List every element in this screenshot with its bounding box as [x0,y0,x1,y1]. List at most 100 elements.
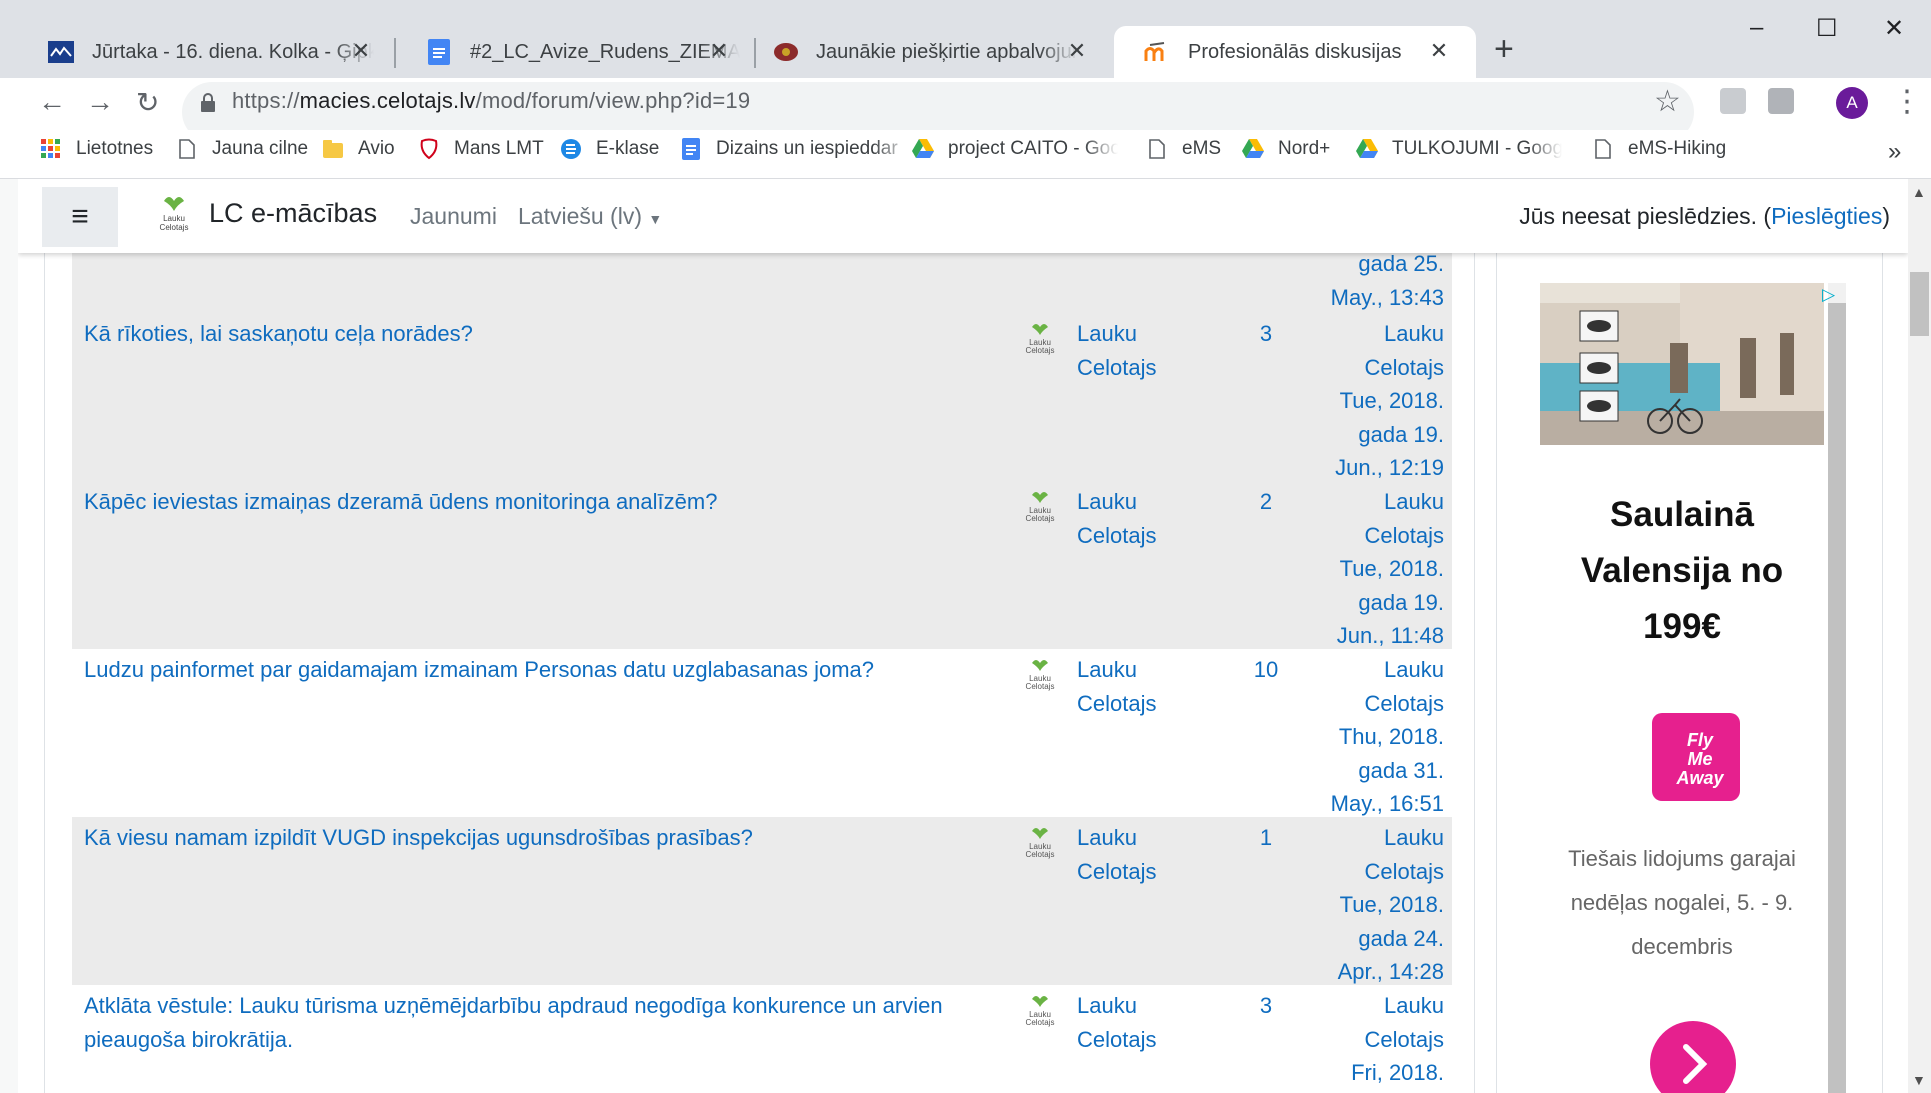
profile-avatar[interactable]: A [1836,87,1868,119]
bookmark-star-icon[interactable]: ☆ [1654,84,1681,119]
bookmark-ems-hiking[interactable]: eMS-Hiking [1592,138,1726,160]
author-avatar[interactable]: Lauku Celotajs [1022,487,1058,533]
discussion-topic-link[interactable]: Kā rīkoties, lai saskaņotu ceļa norādes? [84,317,1004,351]
site-logo[interactable]: Lauku Celotajs [156,191,192,237]
close-tab-icon[interactable]: ✕ [348,38,374,64]
scroll-down-arrow-icon[interactable]: ▼ [1912,1072,1926,1088]
ad-street-photo[interactable] [1540,283,1824,445]
replies-count-link[interactable]: 2 [1246,485,1286,519]
pdf-extension-icon[interactable] [1720,88,1746,114]
bookmark-project-caito[interactable]: project CAITO - Goog [912,138,1118,160]
bookmark-mans-lmt[interactable]: Mans LMT [418,138,544,160]
discussion-topic-link[interactable]: Kā viesu namam izpildīt VUGD inspekcijas… [84,821,1004,855]
scroll-up-arrow-icon[interactable]: ▲ [1912,184,1926,200]
folder-icon [322,138,344,160]
wave-logo-icon [48,39,74,65]
puzzle-extension-icon[interactable] [1768,88,1794,114]
bookmark-avio[interactable]: Avio [322,138,395,160]
language-selector[interactable]: Latviešu (lv) ▼ [518,203,662,230]
bookmark-dizains[interactable]: Dizains un iespieddar [680,138,912,160]
close-tab-icon[interactable]: ✕ [1064,38,1090,64]
ad-scrollbar-thumb[interactable] [1828,303,1846,1093]
table-row: Kā viesu namam izpildīt VUGD inspekcijas… [72,817,1452,985]
svg-text:Celotajs: Celotajs [1026,682,1055,691]
svg-text:Celotajs: Celotajs [1026,514,1055,523]
hamburger-menu-button[interactable]: ≡ [42,187,118,247]
table-row: Ludzu painformet par gaidamajam izmainam… [72,649,1452,817]
maximize-icon[interactable]: ☐ [1816,14,1838,43]
browser-tab-3[interactable]: Jaunākie piešķirtie apbalvojumi | ✕ [742,26,1114,78]
tab-title: Profesionālās diskusijas [1188,40,1402,63]
bookmark-nord-plus[interactable]: Nord+ [1242,138,1330,160]
google-drive-icon [912,138,934,160]
back-arrow-icon[interactable]: ← [38,86,66,118]
last-post-cell[interactable]: Lauku Celotajs Thu, 2018. gada 31. May.,… [1284,653,1444,821]
apps-grid-icon [40,138,62,160]
author-link[interactable]: Lauku Celotajs [1077,989,1187,1056]
svg-text:Lauku: Lauku [163,214,185,223]
ad-next-button[interactable] [1650,1021,1736,1093]
tab-title: #2_LC_Avize_Rudens_ZIEMA_2018 [470,40,740,63]
close-tab-icon[interactable]: ✕ [706,38,732,64]
new-tab-button[interactable]: + [1494,30,1514,69]
more-bookmarks-chevron-icon[interactable]: » [1888,138,1901,166]
last-post-cell[interactable]: Lauku Celotajs Fri, 2018. [1284,989,1444,1090]
last-post-cell[interactable]: Lauku Celotajs Tue, 2018. gada 19. Jun.,… [1284,485,1444,653]
last-post-cell[interactable]: gada 25. May., 13:43 [1284,247,1444,314]
svg-text:Celotajs: Celotajs [1026,1018,1055,1027]
discussion-topic-link[interactable]: Kāpēc ieviestas izmaiņas dzeramā ūdens m… [84,485,1004,519]
author-link[interactable]: Lauku Celotajs [1077,485,1187,552]
bookmark-apps[interactable]: Lietotnes [40,138,153,160]
close-window-icon[interactable]: ✕ [1884,14,1904,43]
author-avatar[interactable]: Lauku Celotajs [1022,655,1058,701]
main-region-border [1474,253,1475,1093]
page-icon [1146,138,1168,160]
login-link[interactable]: Pieslēgties [1771,203,1882,229]
chrome-menu-icon[interactable]: ⋮ [1892,84,1922,119]
lock-icon[interactable] [200,93,216,118]
forward-arrow-icon[interactable]: → [86,86,114,118]
svg-text:Celotajs: Celotajs [1026,850,1055,859]
caret-down-icon: ▼ [648,211,663,227]
author-avatar[interactable]: Lauku Celotajs [1022,319,1058,365]
browser-tab-4-active[interactable]: Profesionālās diskusijas ✕ [1114,26,1476,78]
last-post-cell[interactable]: Lauku Celotajs Tue, 2018. gada 19. Jun.,… [1284,317,1444,485]
replies-count-link[interactable]: 10 [1246,653,1286,687]
bookmark-jauna-cilne[interactable]: Jauna cilne [176,138,308,160]
ad-description[interactable]: Tiešais lidojums garajai nedēļas nogalei… [1540,837,1824,969]
author-avatar[interactable]: Lauku Celotajs [1022,991,1058,1037]
nav-link-news[interactable]: Jaunumi [410,203,497,230]
reload-icon[interactable]: ↻ [136,86,159,119]
google-drive-icon [1242,138,1264,160]
advertisement[interactable]: ▷ Saulainā Valensija no 199€ Fly Me Away… [1540,283,1870,1093]
site-brand-name[interactable]: LC e-mācības [209,198,377,229]
svg-text:Celotajs: Celotajs [160,223,189,232]
last-post-cell[interactable]: Lauku Celotajs Tue, 2018. gada 24. Apr.,… [1284,821,1444,989]
replies-count-link[interactable]: 1 [1246,821,1286,855]
minimize-icon[interactable]: – [1750,14,1763,42]
url-text[interactable]: https://macies.celotajs.lv/mod/forum/vie… [232,88,750,114]
e-klase-icon [560,138,582,160]
browser-tab-1[interactable]: Jūrtaka - 16. diena. Kolka - Ģipka ✕ [18,26,398,78]
discussion-topic-link[interactable]: Atklāta vēstule: Lauku tūrisma uzņēmējda… [84,989,1004,1056]
google-drive-icon [1356,138,1378,160]
page-scrollbar-thumb[interactable] [1910,272,1929,336]
replies-count-link[interactable]: 3 [1246,317,1286,351]
author-link[interactable]: Lauku Celotajs [1077,317,1187,384]
adchoices-icon[interactable]: ▷ [1822,285,1835,305]
login-info: Jūs neesat pieslēdzies. (Pieslēgties) [1519,203,1890,229]
close-tab-icon[interactable]: ✕ [1426,38,1452,64]
browser-tab-2[interactable]: #2_LC_Avize_Rudens_ZIEMA_2018 ✕ [396,26,756,78]
fly-me-away-logo[interactable]: Fly Me Away [1652,713,1740,801]
ad-headline[interactable]: Saulainā Valensija no 199€ [1540,487,1824,655]
bookmark-ems[interactable]: eMS [1146,138,1221,160]
discussion-topic-link[interactable]: Ludzu painformet par gaidamajam izmainam… [84,653,1004,687]
author-avatar[interactable]: Lauku Celotajs [1022,823,1058,869]
page-icon [176,138,198,160]
replies-count-link[interactable]: 3 [1246,989,1286,1023]
author-link[interactable]: Lauku Celotajs [1077,653,1187,720]
bookmark-tulkojumi[interactable]: TULKOJUMI - Google [1356,138,1562,160]
tab-title: Jaunākie piešķirtie apbalvojumi | [816,40,1078,63]
bookmark-e-klase[interactable]: E-klase [560,138,659,160]
author-link[interactable]: Lauku Celotajs [1077,821,1187,888]
